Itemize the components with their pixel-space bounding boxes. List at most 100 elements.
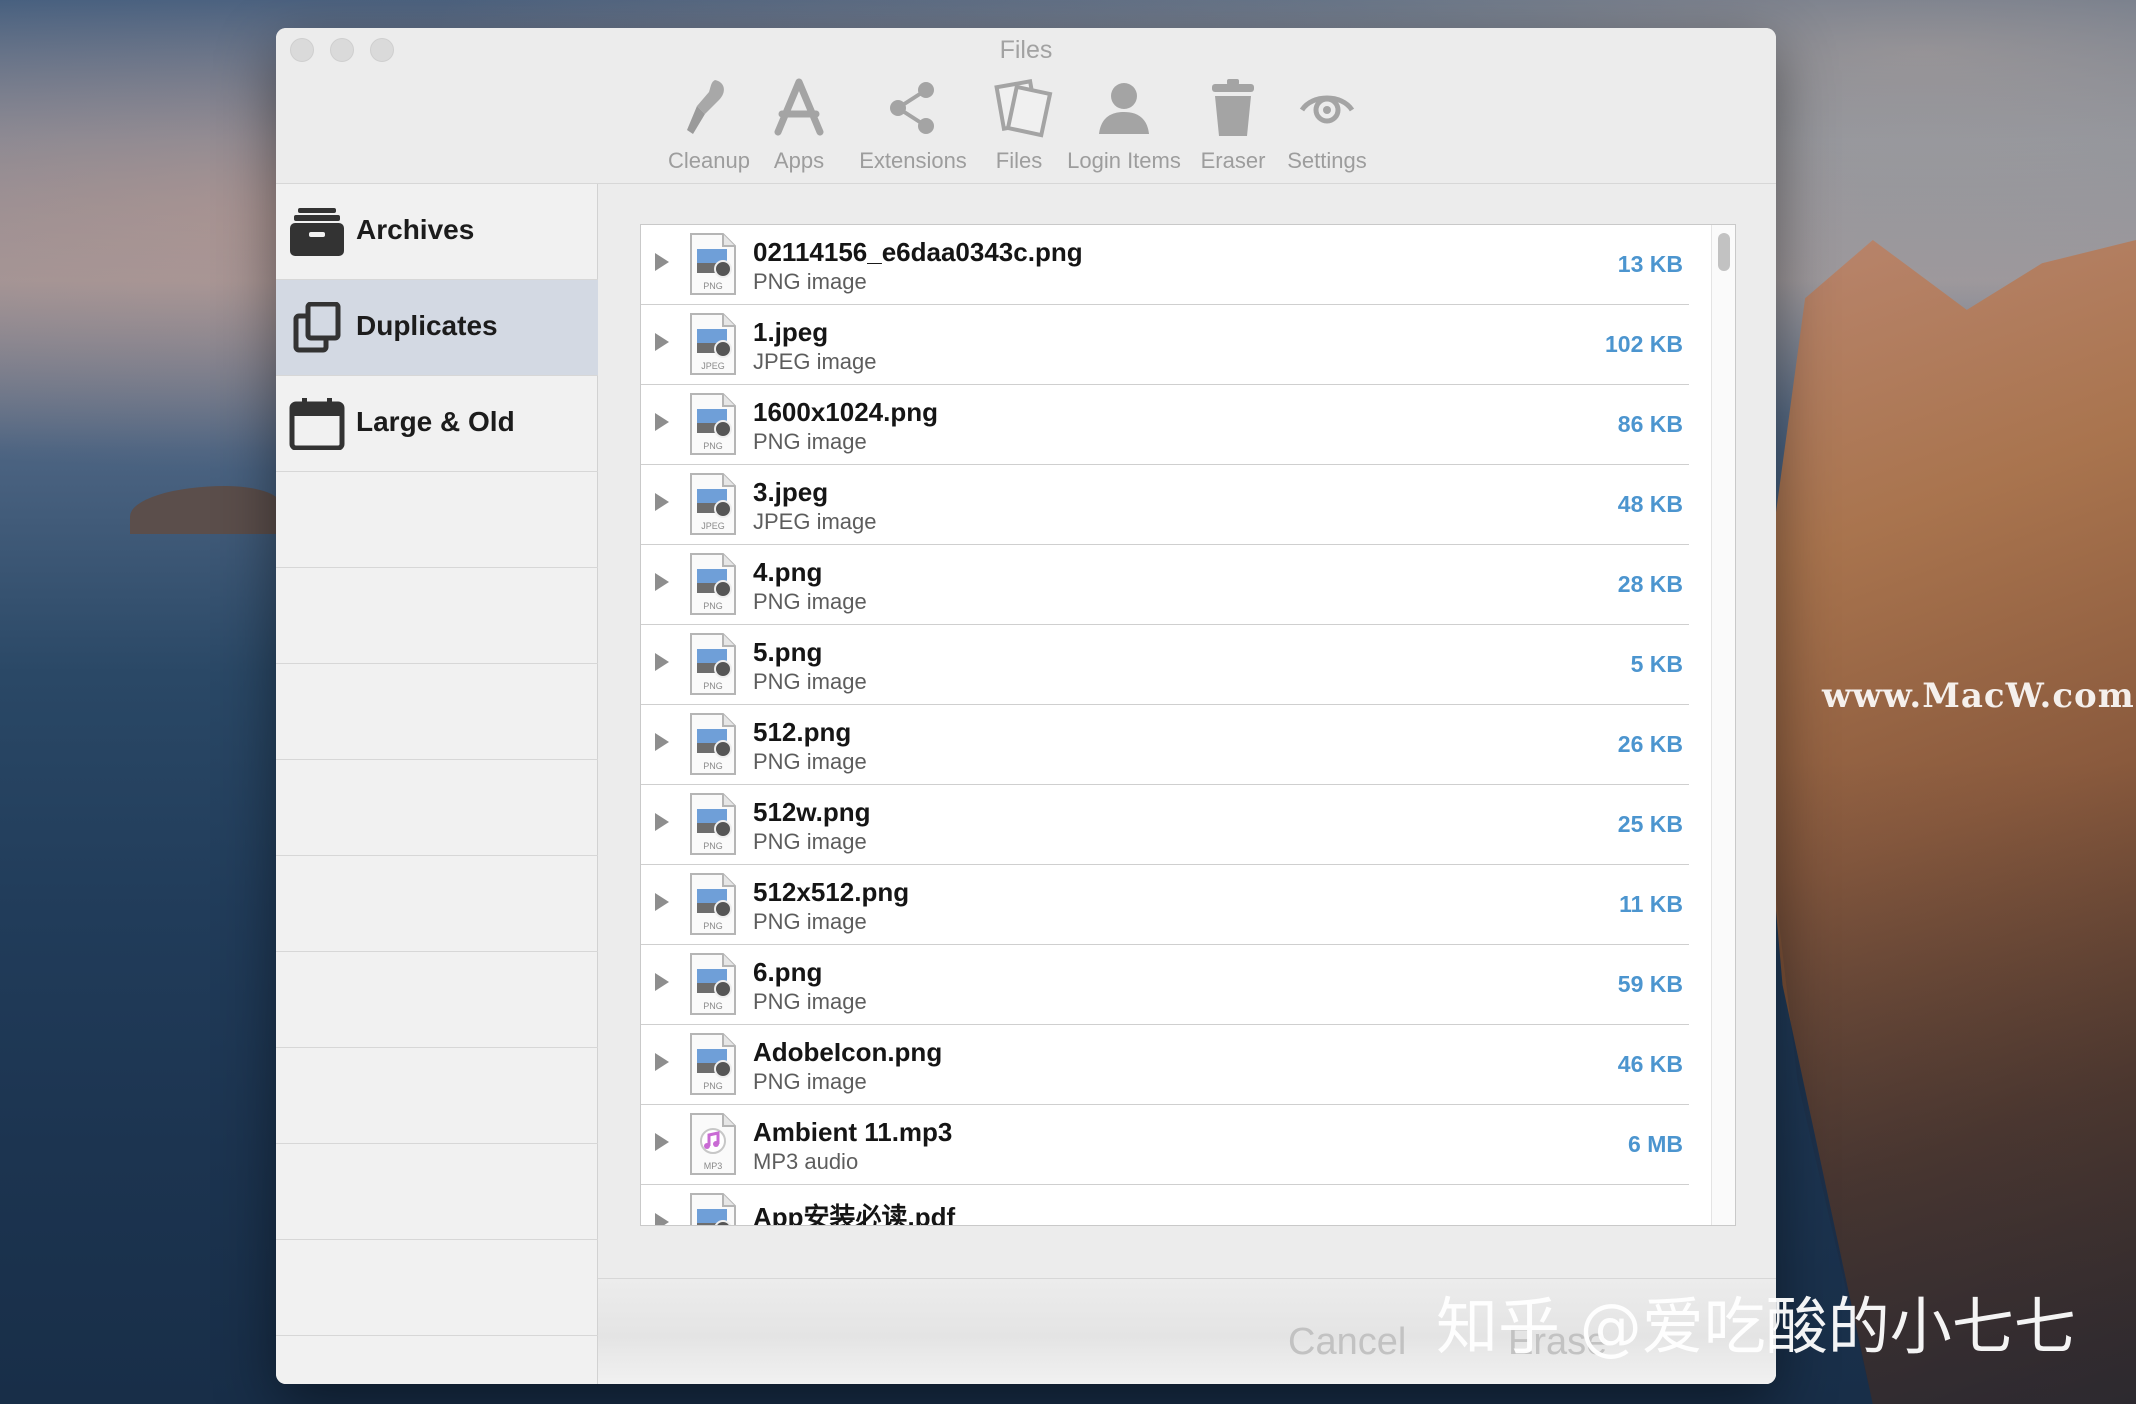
disclosure-triangle-icon[interactable] — [655, 413, 669, 431]
file-row[interactable]: PNG 512.png PNG image 26 KB — [641, 705, 1689, 785]
file-row[interactable]: PNG 4.png PNG image 28 KB — [641, 545, 1689, 625]
file-type-badge: MP3 — [703, 1161, 723, 1171]
app-window: Files Cleanup Apps Extensions Files Logi… — [276, 28, 1776, 1384]
file-list[interactable]: PNG 02114156_e6daa0343c.png PNG image 13 KB… — [640, 224, 1736, 1226]
sidebar-item-duplicates[interactable]: Duplicates — [276, 280, 598, 376]
file-type: PNG image — [753, 989, 867, 1014]
file-size: 28 KB — [1617, 571, 1683, 597]
sidebar-empty-row — [276, 568, 598, 664]
eye-settings-icon — [1299, 95, 1355, 124]
file-type-badge: JPEG — [701, 361, 725, 371]
file-size: 26 KB — [1617, 731, 1683, 757]
share-icon — [890, 82, 934, 134]
calendar-icon — [289, 398, 345, 450]
file-size: 5 KB — [1630, 651, 1683, 677]
user-icon — [1099, 83, 1149, 134]
file-type-badge: PNG — [703, 1001, 723, 1011]
disclosure-triangle-icon[interactable] — [655, 1053, 669, 1071]
sidebar-item-large-old[interactable]: Large & Old — [276, 376, 598, 472]
sidebar-item-archives[interactable]: Archives — [276, 184, 598, 280]
file-row[interactable]: JPEG 3.jpeg JPEG image 48 KB — [641, 465, 1689, 545]
sidebar-empty-row — [276, 760, 598, 856]
watermark-macw: www.MacW.com — [1822, 676, 2135, 716]
toolbar-apps-button[interactable]: Apps — [764, 76, 834, 186]
file-row[interactable]: PNG 1600x1024.png PNG image 86 KB — [641, 385, 1689, 465]
toolbar-cleanup-button[interactable]: Cleanup — [668, 76, 750, 186]
titlebar: Files Cleanup Apps Extensions Files Logi… — [276, 28, 1776, 184]
app-store-icon — [774, 78, 824, 136]
file-name: 5.png — [753, 637, 823, 667]
cancel-button[interactable]: Cancel — [1288, 1321, 1406, 1364]
disclosure-triangle-icon[interactable] — [655, 333, 669, 351]
main-panel: PNG 02114156_e6daa0343c.png PNG image 13 KB… — [598, 184, 1776, 1384]
disclosure-triangle-icon[interactable] — [655, 1213, 669, 1225]
file-name: 4.png — [753, 557, 823, 587]
files-icon — [994, 79, 1053, 138]
disclosure-triangle-icon[interactable] — [655, 1133, 669, 1151]
file-size: 13 KB — [1617, 251, 1683, 277]
sidebar-empty-row — [276, 952, 598, 1048]
sidebar-empty-row — [276, 664, 598, 760]
disclosure-triangle-icon[interactable] — [655, 813, 669, 831]
file-type: MP3 audio — [753, 1149, 859, 1174]
file-type-badge: PNG — [703, 921, 723, 931]
file-type: PNG image — [753, 429, 867, 454]
file-name: 1600x1024.png — [753, 397, 939, 427]
toolbar-login-items-button[interactable]: Login Items — [1062, 76, 1186, 186]
file-type: PNG image — [753, 909, 867, 934]
file-type-badge: PNG — [703, 761, 723, 771]
file-name: 1.jpeg — [753, 317, 829, 347]
toolbar-extensions-button[interactable]: Extensions — [850, 76, 976, 186]
sidebar-empty-row — [276, 472, 598, 568]
file-size: 102 KB — [1605, 331, 1683, 357]
file-size: 11 KB — [1619, 891, 1683, 917]
file-row[interactable]: PNG 512w.png PNG image 25 KB — [641, 785, 1689, 865]
sidebar-empty-row — [276, 1144, 598, 1240]
file-size: 86 KB — [1617, 411, 1683, 437]
file-type: PNG image — [753, 589, 867, 614]
file-type-badge: PNG — [703, 601, 723, 611]
file-row[interactable]: PNG 6.png PNG image 59 KB — [641, 945, 1689, 1025]
watermark-zhihu: 知乎 @爱吃酸的小七七 — [1436, 1290, 2076, 1363]
file-row[interactable]: PNG 02114156_e6daa0343c.png PNG image 13 KB — [641, 225, 1689, 305]
disclosure-triangle-icon[interactable] — [655, 573, 669, 591]
file-name: App安装必读.pdf — [753, 1202, 956, 1226]
trash-icon — [1212, 79, 1254, 136]
file-name: 512x512.png — [753, 877, 910, 907]
file-row[interactable]: MP3 Ambient 11.mp3 MP3 audio 6 MB — [641, 1105, 1689, 1185]
file-row[interactable]: PNG 512x512.png PNG image 11 KB — [641, 865, 1689, 945]
file-type: JPEG image — [753, 349, 877, 374]
file-row[interactable]: PNG 5.png PNG image 5 KB — [641, 625, 1689, 705]
file-type-badge: PNG — [703, 441, 723, 451]
file-row[interactable]: App安装必读.pdf — [641, 1185, 1689, 1226]
toolbar-eraser-button[interactable]: Eraser — [1198, 76, 1268, 186]
disclosure-triangle-icon[interactable] — [655, 733, 669, 751]
file-size: 25 KB — [1617, 811, 1683, 837]
toolbar-files-button[interactable]: Files — [990, 76, 1053, 186]
disclosure-triangle-icon[interactable] — [655, 653, 669, 671]
scrollbar-thumb[interactable] — [1718, 233, 1730, 271]
scrollbar[interactable] — [1711, 225, 1735, 1225]
toolbar-settings-button[interactable]: Settings — [1282, 76, 1372, 186]
file-name: 02114156_e6daa0343c.png — [753, 237, 1083, 267]
file-row[interactable]: JPEG 1.jpeg JPEG image 102 KB — [641, 305, 1689, 385]
disclosure-triangle-icon[interactable] — [655, 493, 669, 511]
file-size: 46 KB — [1617, 1051, 1683, 1077]
file-name: 512.png — [753, 717, 852, 747]
disclosure-triangle-icon[interactable] — [655, 253, 669, 271]
file-name: 512w.png — [753, 797, 871, 827]
disclosure-triangle-icon[interactable] — [655, 973, 669, 991]
file-name: 6.png — [753, 957, 823, 987]
file-type: PNG image — [753, 269, 867, 294]
file-name: AdobeIcon.png — [753, 1037, 943, 1067]
file-type-badge: PNG — [703, 681, 723, 691]
toolbar: Cleanup Apps Extensions Files Login Item… — [276, 76, 1776, 186]
sidebar-empty-row — [276, 1048, 598, 1144]
sidebar-empty-row — [276, 856, 598, 952]
file-type-badge: PNG — [703, 1081, 723, 1091]
file-type: JPEG image — [753, 509, 877, 534]
file-row[interactable]: PNG AdobeIcon.png PNG image 46 KB — [641, 1025, 1689, 1105]
window-title: Files — [999, 36, 1053, 64]
file-type: PNG image — [753, 829, 867, 854]
disclosure-triangle-icon[interactable] — [655, 893, 669, 911]
